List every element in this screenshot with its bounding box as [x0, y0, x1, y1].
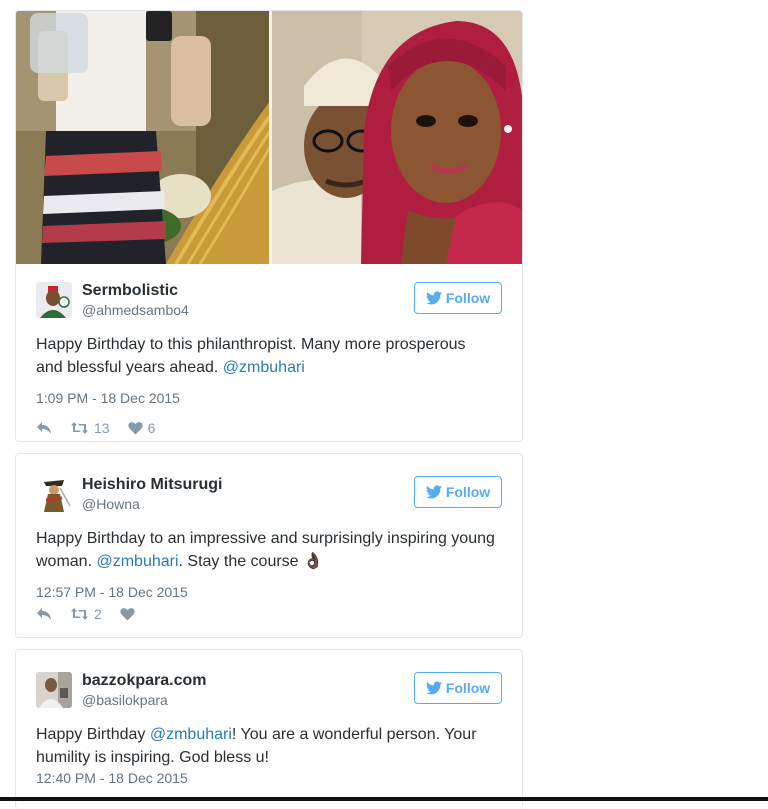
reply-icon [37, 608, 51, 620]
tweet-card-3: bazzokpara.com @basilokpara Follow Happy… [15, 649, 523, 809]
action-bar: 2 [36, 605, 153, 623]
tweet-card-1: Sermbolistic @ahmedsambo4 Follow Happy B… [15, 10, 523, 442]
display-name[interactable]: bazzokpara.com [82, 672, 206, 690]
twitter-bird-icon [425, 681, 442, 695]
tweet-photo[interactable] [16, 11, 523, 264]
timestamp[interactable]: 12:57 PM - 18 Dec 2015 [36, 584, 188, 600]
follow-button[interactable]: Follow [414, 672, 502, 704]
avatar[interactable] [36, 672, 72, 708]
follow-button[interactable]: Follow [414, 476, 502, 508]
tweet-text: Happy Birthday to an impressive and surp… [36, 527, 496, 573]
tweet-text: Happy Birthday to this philanthropist. M… [36, 333, 496, 379]
reply-icon [37, 422, 51, 434]
heart-icon [127, 422, 143, 435]
heart-icon [120, 608, 135, 621]
display-name[interactable]: Heishiro Mitsurugi [82, 476, 222, 494]
tweet-1: Sermbolistic @ahmedsambo4 Follow Happy B… [36, 282, 502, 436]
user-handle[interactable]: @Howna [82, 496, 140, 512]
tweet-text-part: Happy Birthday [36, 726, 150, 743]
like-count: 6 [147, 420, 156, 436]
like-button[interactable] [120, 607, 135, 621]
retweet-icon [71, 608, 88, 620]
avatar[interactable] [36, 476, 72, 512]
display-name[interactable]: Sermbolistic [82, 282, 178, 300]
follow-label: Follow [445, 680, 491, 696]
avatar[interactable] [36, 282, 72, 318]
timestamp[interactable]: 1:09 PM - 18 Dec 2015 [36, 390, 180, 406]
retweet-count: 13 [94, 420, 110, 436]
bottom-edge [0, 797, 768, 801]
twitter-bird-icon [425, 485, 442, 499]
tweet-text-part: . Stay the course [178, 553, 304, 570]
tweet-text: Happy Birthday @zmbuhari! You are a wond… [36, 723, 496, 769]
twitter-bird-icon [425, 291, 442, 305]
follow-button[interactable]: Follow [414, 282, 502, 314]
mention-link[interactable]: @zmbuhari [223, 359, 305, 376]
tweet-3: bazzokpara.com @basilokpara Follow Happy… [36, 672, 502, 802]
reply-button[interactable] [36, 607, 52, 621]
retweet-icon [71, 422, 88, 434]
retweet-button[interactable]: 13 [70, 420, 110, 436]
tweet-2: Heishiro Mitsurugi @Howna Follow Happy B… [36, 476, 502, 626]
follow-label: Follow [445, 290, 491, 306]
retweet-button[interactable]: 2 [70, 606, 102, 622]
action-bar: 13 6 [36, 419, 173, 437]
ok-hand-emoji: 👌🏿 [303, 553, 323, 570]
user-handle[interactable]: @ahmedsambo4 [82, 302, 189, 318]
retweet-count: 2 [94, 606, 102, 622]
tweet-card-2: Heishiro Mitsurugi @Howna Follow Happy B… [15, 453, 523, 638]
follow-label: Follow [445, 484, 491, 500]
user-handle[interactable]: @basilokpara [82, 692, 168, 708]
reply-button[interactable] [36, 421, 52, 435]
mention-link[interactable]: @zmbuhari [96, 553, 178, 570]
timestamp[interactable]: 12:40 PM - 18 Dec 2015 [36, 770, 188, 786]
mention-link[interactable]: @zmbuhari [150, 726, 232, 743]
like-button[interactable]: 6 [127, 420, 156, 436]
